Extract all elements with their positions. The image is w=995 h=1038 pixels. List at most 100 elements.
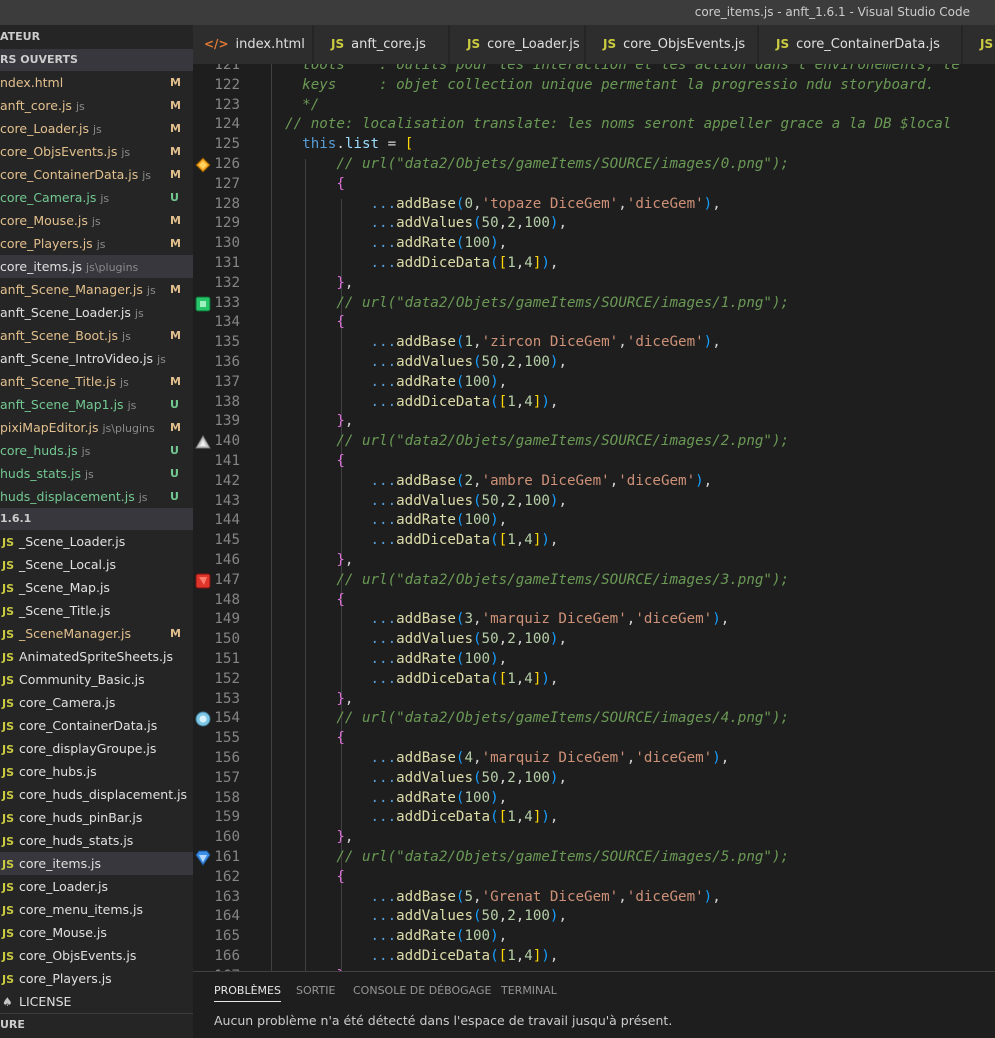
code-text: }, [336,274,354,291]
open-editor-item[interactable]: anft_Scene_Manager.js js M [0,278,193,301]
file-tree-item[interactable]: JS _Scene_Local.js [0,553,193,576]
file-name: core_huds_pinBar.js [19,810,143,825]
open-editor-item[interactable]: pixiMapEditor.js js\plugins M [0,416,193,439]
file-tree-item[interactable]: JS core_displayGroupe.js [0,737,193,760]
file-tree: JS _Scene_Loader.js JS _Scene_Local.js JS _Sc… [0,530,193,1013]
editor-tab-label: core_ContainerData.js [796,37,940,52]
code-line: 135 ...addBase(1,'zircon DiceGem','diceG… [193,333,995,353]
outline-section[interactable]: URE [0,1013,193,1035]
file-name: core_ContainerData.js [19,718,158,733]
line-number: 124 [214,116,240,133]
open-editor-name: core_huds.js [0,443,78,458]
open-editor-item[interactable]: anft_Scene_Map1.js js U [0,393,193,416]
file-tree-item[interactable]: JS AnimatedSpriteSheets.js [0,645,193,668]
line-number: 152 [214,670,240,687]
code-text: { [336,453,345,469]
open-editor-dir: js [120,376,129,389]
line-number: 164 [214,908,240,925]
open-editor-item[interactable]: anft_Scene_Title.js js M [0,370,193,393]
code-editor[interactable]: 121 tools : outils pour les interaction … [193,64,995,971]
open-editor-item[interactable]: core_ContainerData.js js M [0,163,193,186]
tab-output[interactable]: SORTIE [296,980,335,1002]
editor-tabs: </> index.html JS anft_core.js JS core_Loader… [193,25,995,64]
line-number: 156 [214,750,240,766]
open-editor-item[interactable]: core_Loader.js js M [0,117,193,140]
tab-terminal[interactable]: TERMINAL [501,980,557,1002]
open-editor-item[interactable]: ndex.html M [0,71,193,94]
file-tree-item[interactable]: ♠ LICENSE [0,990,193,1013]
js-file-icon: JS [2,950,15,963]
line-number: 136 [214,354,240,370]
file-tree-item[interactable]: JS core_items.js [0,852,193,875]
open-editor-item[interactable]: core_ObjsEvents.js js M [0,140,193,163]
editor-tab-label: core_ObjsEvents.js [623,37,746,52]
open-editor-item[interactable]: core_huds.js js U [0,439,193,462]
code-line: 127 { [193,175,995,195]
open-editor-name: huds_stats.js [0,466,81,481]
file-tree-item[interactable]: JS core_Players.js [0,967,193,990]
code-text: { [336,175,345,192]
file-tree-item[interactable]: JS core_Mouse.js [0,921,193,944]
open-editor-item[interactable]: core_items.js js\plugins [0,255,193,278]
code-text: ...addBase(1,'zircon DiceGem','diceGem')… [370,334,721,351]
git-status-badge: M [170,421,181,434]
open-editor-item[interactable]: huds_displacement.js js U [0,485,193,508]
file-tree-item[interactable]: JS core_ObjsEvents.js [0,944,193,967]
editor-tab[interactable]: JS core_Loader.js [450,25,585,64]
editor-tab[interactable]: JS [963,25,995,64]
open-editors-section[interactable]: RS OUVERTS [0,49,193,71]
open-editor-name: core_Mouse.js [0,213,88,228]
open-editor-item[interactable]: anft_core.js js M [0,94,193,117]
code-text: ...addDiceData([1,4]), [370,809,559,826]
line-number: 135 [214,334,240,351]
file-tree-item[interactable]: JS _Scene_Loader.js [0,530,193,553]
file-tree-item[interactable]: JS core_Camera.js [0,691,193,714]
file-tree-item[interactable]: JS core_menu_items.js [0,898,193,921]
file-tree-item[interactable]: JS _SceneManager.js M [0,622,193,645]
open-editor-dir: js [122,330,131,343]
editor-tab[interactable]: JS anft_core.js [314,25,449,64]
open-editor-item[interactable]: anft_Scene_IntroVideo.js js [0,347,193,370]
line-number: 146 [214,552,240,568]
file-tree-item[interactable]: JS _Scene_Title.js [0,599,193,622]
tab-problems[interactable]: PROBLÈMES [214,980,281,1002]
code-text: ...addDiceData([1,4]), [370,670,559,687]
file-tree-item[interactable]: JS core_hubs.js [0,760,193,783]
file-tree-item[interactable]: JS core_huds_pinBar.js [0,806,193,829]
git-status-badge: M [170,122,181,135]
tab-debug-console[interactable]: CONSOLE DE DÉBOGAGE [353,980,491,1002]
open-editor-item[interactable]: anft_Scene_Loader.js js [0,301,193,324]
title-bar: core_items.js - anft_1.6.1 - Visual Stud… [0,0,995,25]
code-line: 129 ...addValues(50,2,100), [193,214,995,234]
editor-tab[interactable]: JS core_ObjsEvents.js [586,25,758,64]
editor-tab[interactable]: </> index.html [193,25,313,64]
code-line: 155 { [193,729,995,749]
file-tree-item[interactable]: JS core_Loader.js [0,875,193,898]
code-text: { [336,591,345,608]
git-status-badge: M [170,76,181,89]
open-editor-item[interactable]: huds_stats.js js U [0,462,193,485]
code-text: { [336,730,345,747]
line-number: 162 [214,868,240,885]
file-name: core_Loader.js [19,879,108,894]
marquiz-gem-icon [195,573,211,589]
open-editor-item[interactable]: core_Players.js js M [0,232,193,255]
editor-tab[interactable]: JS core_ContainerData.js [759,25,962,64]
open-editor-dir: js\plugins [86,261,139,274]
file-tree-item[interactable]: JS Community_Basic.js [0,668,193,691]
open-editor-name: core_Players.js [0,236,93,251]
file-tree-item[interactable]: JS core_huds_stats.js [0,829,193,852]
problems-message: Aucun problème n'a été détecté dans l'es… [214,1013,673,1028]
code-text: ...addDiceData([1,4]), [370,255,559,271]
open-editor-item[interactable]: core_Mouse.js js M [0,209,193,232]
open-editor-name: core_items.js [0,259,83,274]
open-editor-item[interactable]: anft_Scene_Boot.js js M [0,324,193,347]
open-editor-item[interactable]: core_Camera.js js U [0,186,193,209]
line-number: 134 [214,314,240,331]
open-editor-name: core_Loader.js [0,121,89,136]
file-tree-item[interactable]: JS core_huds_displacement.js [0,783,193,806]
file-tree-item[interactable]: JS core_ContainerData.js [0,714,193,737]
file-tree-item[interactable]: JS _Scene_Map.js [0,576,193,599]
line-number: 159 [214,809,240,826]
folder-section[interactable]: 1.6.1 [0,508,193,530]
